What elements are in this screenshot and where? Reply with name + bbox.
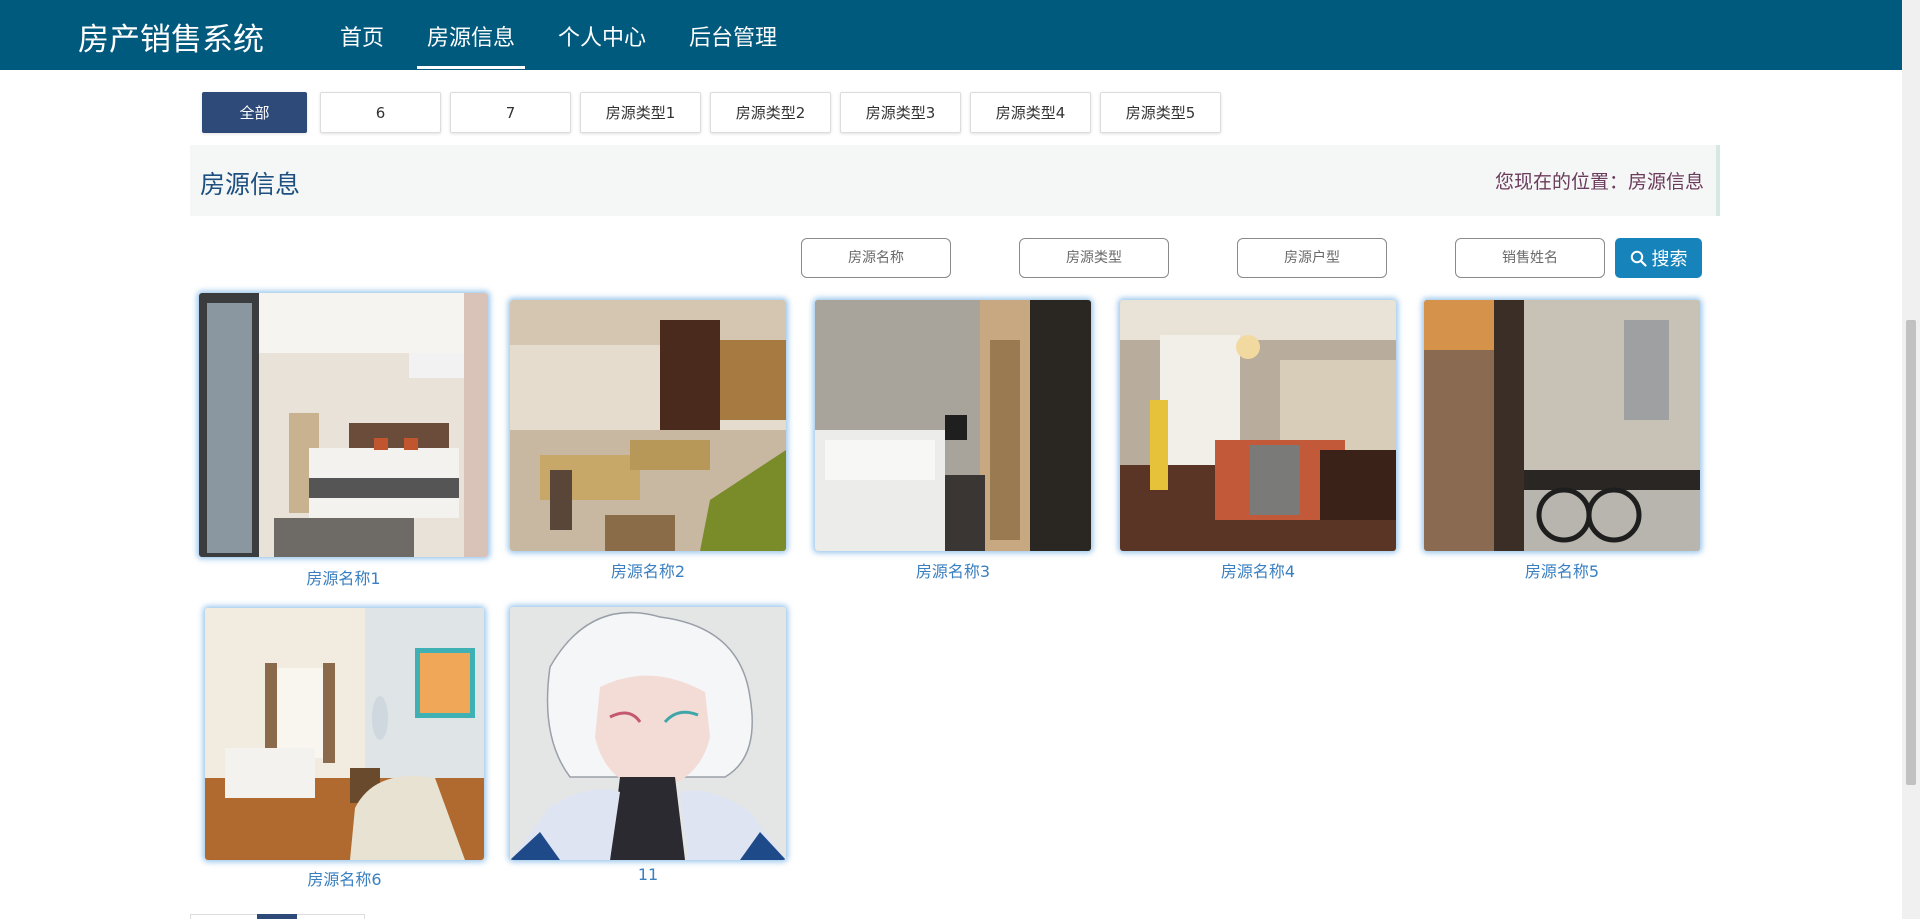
tab-type-1[interactable]: 房源类型1 [580,92,701,133]
nav-personal-center[interactable]: 个人中心 [558,20,646,52]
pagination-active-page[interactable] [257,914,297,919]
listing-card[interactable]: 房源名称6 [205,608,484,891]
search-button[interactable]: 搜索 [1615,238,1702,278]
listing-name[interactable]: 房源名称1 [199,565,488,589]
listing-name-input[interactable] [801,238,951,278]
listing-image[interactable] [510,300,786,551]
site-title: 房产销售系统 [78,22,264,58]
scrollbar-thumb[interactable] [1906,320,1916,785]
nav-home[interactable]: 首页 [340,20,384,52]
seller-name-input[interactable] [1455,238,1605,278]
nav-admin[interactable]: 后台管理 [689,20,777,52]
listing-card[interactable]: 房源名称1 [199,293,488,589]
nav-listings[interactable]: 房源信息 [427,20,515,52]
tab-6[interactable]: 6 [320,92,441,133]
tab-all[interactable]: 全部 [202,92,307,133]
listing-card[interactable]: 房源名称2 [510,300,786,582]
listing-layout-input[interactable] [1237,238,1387,278]
listing-name[interactable]: 房源名称6 [205,866,484,890]
nav-active-indicator [417,66,525,69]
tab-type-3[interactable]: 房源类型3 [840,92,961,133]
tab-7[interactable]: 7 [450,92,571,133]
search-icon [1630,250,1647,267]
tab-type-5[interactable]: 房源类型5 [1100,92,1221,133]
listing-image[interactable] [815,300,1091,551]
section-title: 房源信息 [200,170,301,199]
tab-type-4[interactable]: 房源类型4 [970,92,1091,133]
listing-name[interactable]: 房源名称2 [510,558,786,582]
listing-name[interactable]: 房源名称3 [815,558,1091,582]
listing-name[interactable]: 房源名称4 [1120,558,1396,582]
listing-image[interactable] [510,607,786,860]
listing-card[interactable]: 房源名称3 [815,300,1091,582]
listing-card[interactable]: 11 [510,607,786,889]
listing-image[interactable] [1120,300,1396,551]
listing-image[interactable] [199,293,488,557]
listing-name[interactable]: 11 [510,865,786,884]
listing-type-input[interactable] [1019,238,1169,278]
search-button-label: 搜索 [1651,249,1688,270]
tab-type-2[interactable]: 房源类型2 [710,92,831,133]
listing-name[interactable]: 房源名称5 [1424,558,1700,582]
listing-image[interactable] [205,608,484,860]
breadcrumb: 您现在的位置：房源信息 [1494,171,1704,193]
listing-card[interactable]: 房源名称5 [1424,300,1700,582]
vertical-scrollbar[interactable] [1902,0,1920,919]
top-navbar: 房产销售系统 首页 房源信息 个人中心 后台管理 [0,0,1920,70]
listing-card[interactable]: 房源名称4 [1120,300,1396,582]
section-header: 房源信息 您现在的位置：房源信息 [190,145,1720,216]
listing-image[interactable] [1424,300,1700,551]
